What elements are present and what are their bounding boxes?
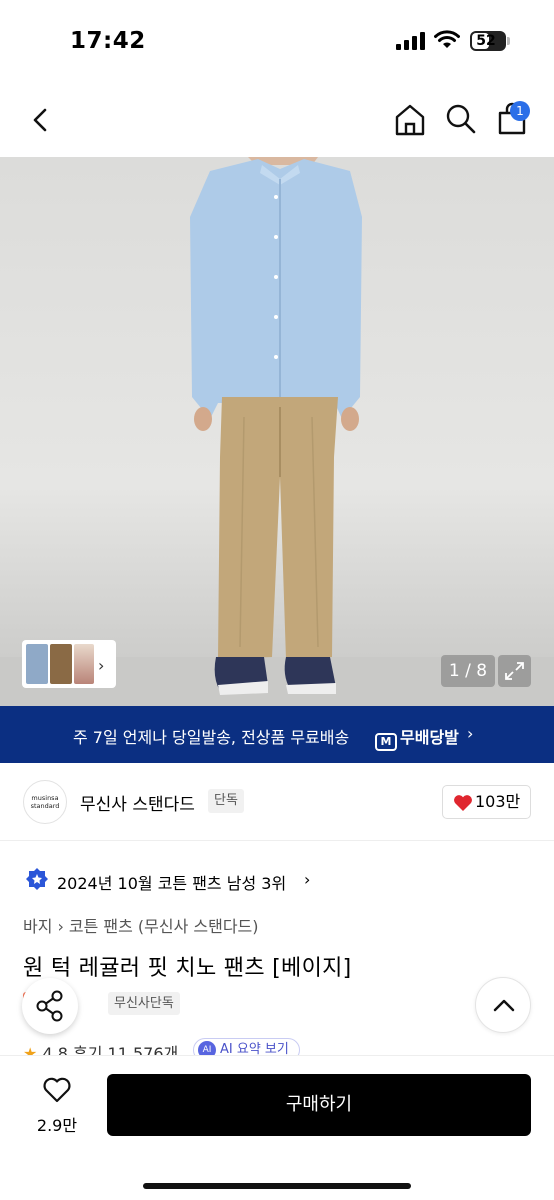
thumbnail-3[interactable] bbox=[74, 644, 94, 684]
cellular-signal-icon bbox=[396, 32, 425, 50]
free-delivery-logo: M 무배당발 bbox=[375, 724, 459, 751]
delivery-banner[interactable]: 주 7일 언제나 당일발송, 전상품 무료배송 M 무배당발 › bbox=[0, 706, 554, 763]
home-indicator bbox=[143, 1183, 411, 1189]
heart-filled-icon bbox=[454, 795, 472, 811]
thumbnail-1[interactable] bbox=[26, 644, 48, 684]
bottom-action-bar: 2.9만 구매하기 bbox=[0, 1055, 554, 1200]
exclusive-badge: 무신사단독 bbox=[108, 992, 180, 1015]
buy-button[interactable]: 구매하기 bbox=[107, 1074, 531, 1136]
wifi-icon bbox=[434, 30, 460, 48]
ranking-link[interactable]: 2024년 10월 코튼 팬츠 남성 3위 bbox=[57, 870, 286, 894]
chevron-right-icon: › bbox=[467, 724, 474, 743]
brand-like-button[interactable]: 103만 bbox=[442, 785, 531, 819]
breadcrumb-item[interactable]: 바지 bbox=[23, 917, 52, 936]
status-bar: 17:42 52 bbox=[0, 0, 554, 80]
chevron-up-icon bbox=[493, 999, 515, 1012]
top-nav bbox=[0, 80, 554, 157]
cart-count-badge: 1 bbox=[510, 101, 530, 121]
breadcrumb: 바지 › 코튼 팬츠 (무신사 스탠다드) bbox=[23, 913, 259, 937]
thumbnail-2[interactable] bbox=[50, 644, 72, 684]
wishlist-count: 2.9만 bbox=[36, 1116, 78, 1135]
search-icon[interactable] bbox=[444, 102, 478, 136]
share-button[interactable] bbox=[22, 978, 78, 1034]
exclusive-badge: 단독 bbox=[208, 789, 244, 813]
image-pager: 1 / 8 bbox=[441, 655, 495, 687]
status-time: 17:42 bbox=[70, 28, 146, 54]
home-icon[interactable] bbox=[392, 102, 428, 138]
chevron-right-icon: › bbox=[57, 917, 64, 936]
wishlist-button[interactable]: 2.9만 bbox=[30, 1076, 84, 1136]
ranking-badge-icon bbox=[26, 868, 48, 890]
expand-icon[interactable] bbox=[498, 655, 531, 687]
battery-icon: 52 bbox=[470, 31, 506, 51]
chevron-right-icon[interactable]: › bbox=[304, 870, 310, 889]
product-image[interactable] bbox=[0, 157, 554, 706]
battery-level: 52 bbox=[476, 33, 496, 49]
brand-logo[interactable]: musinsa standard bbox=[23, 780, 67, 824]
rating-row[interactable]: ★ 4.8 후기 11,576개 bbox=[23, 1040, 178, 1056]
brand-name[interactable]: 무신사 스탠다드 bbox=[80, 790, 195, 815]
breadcrumb-item[interactable]: 코튼 팬츠 (무신사 스탠다드) bbox=[69, 917, 259, 936]
divider bbox=[0, 840, 554, 841]
heart-outline-icon bbox=[43, 1077, 71, 1103]
brand-like-count: 103만 bbox=[475, 792, 521, 811]
scroll-top-button[interactable] bbox=[475, 977, 531, 1033]
chevron-right-icon[interactable]: › bbox=[98, 656, 104, 675]
product-photo bbox=[190, 157, 362, 695]
delivery-logo-icon: M bbox=[375, 733, 397, 751]
back-icon[interactable] bbox=[26, 104, 56, 136]
share-icon bbox=[36, 990, 63, 1022]
banner-text: 주 7일 언제나 당일발송, 전상품 무료배송 bbox=[73, 728, 350, 747]
